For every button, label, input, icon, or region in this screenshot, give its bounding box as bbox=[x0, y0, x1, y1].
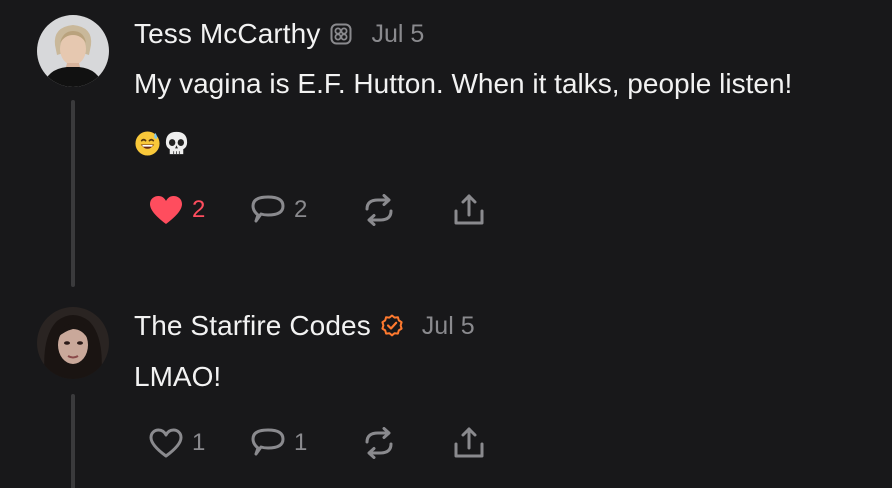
repost-button[interactable] bbox=[362, 427, 452, 459]
post: The Starfire Codes Jul 5 LMAO! 1 1 bbox=[0, 298, 892, 488]
post-header: Tess McCarthy Jul 5 bbox=[134, 18, 424, 50]
avatar[interactable] bbox=[37, 307, 109, 379]
post-date[interactable]: Jul 5 bbox=[371, 20, 424, 49]
thread-line bbox=[71, 394, 75, 488]
reply-button[interactable]: 1 bbox=[250, 426, 362, 460]
like-count: 2 bbox=[192, 196, 206, 223]
post: Tess McCarthy Jul 5 My vagina is E.F. Hu… bbox=[0, 0, 892, 298]
avatar[interactable] bbox=[37, 15, 109, 87]
repost-button[interactable] bbox=[362, 194, 452, 226]
post-text: My vagina is E.F. Hutton. When it talks,… bbox=[134, 68, 793, 99]
heart-icon bbox=[149, 428, 183, 458]
like-button[interactable]: 1 bbox=[148, 427, 250, 459]
author-name[interactable]: Tess McCarthy bbox=[134, 18, 320, 50]
post-header: The Starfire Codes Jul 5 bbox=[134, 310, 475, 342]
comment-icon bbox=[251, 428, 285, 456]
heart-icon bbox=[150, 196, 182, 224]
repost-icon bbox=[365, 427, 393, 459]
author-name[interactable]: The Starfire Codes bbox=[134, 310, 371, 342]
post-text: LMAO! bbox=[134, 361, 222, 392]
thread-line bbox=[71, 100, 75, 287]
grinning-sweat-emoji-icon bbox=[134, 130, 161, 162]
post-date[interactable]: Jul 5 bbox=[422, 312, 475, 341]
share-button[interactable] bbox=[452, 426, 486, 460]
emoji-row bbox=[134, 130, 190, 162]
community-badge-icon bbox=[329, 22, 353, 46]
action-bar: 1 1 bbox=[148, 426, 486, 460]
like-count: 1 bbox=[192, 429, 206, 456]
verified-badge-icon bbox=[380, 314, 404, 338]
comment-icon bbox=[251, 195, 285, 223]
share-button[interactable] bbox=[452, 193, 486, 227]
reply-button[interactable]: 2 bbox=[250, 193, 362, 227]
reply-count: 2 bbox=[294, 196, 308, 223]
share-icon bbox=[454, 427, 484, 458]
action-bar: 2 2 bbox=[148, 193, 486, 227]
share-icon bbox=[454, 194, 484, 225]
like-button[interactable]: 2 bbox=[148, 194, 250, 226]
comment-thread: Tess McCarthy Jul 5 My vagina is E.F. Hu… bbox=[0, 0, 892, 488]
repost-icon bbox=[365, 194, 393, 226]
reply-count: 1 bbox=[294, 429, 308, 456]
skull-emoji-icon bbox=[163, 130, 190, 162]
